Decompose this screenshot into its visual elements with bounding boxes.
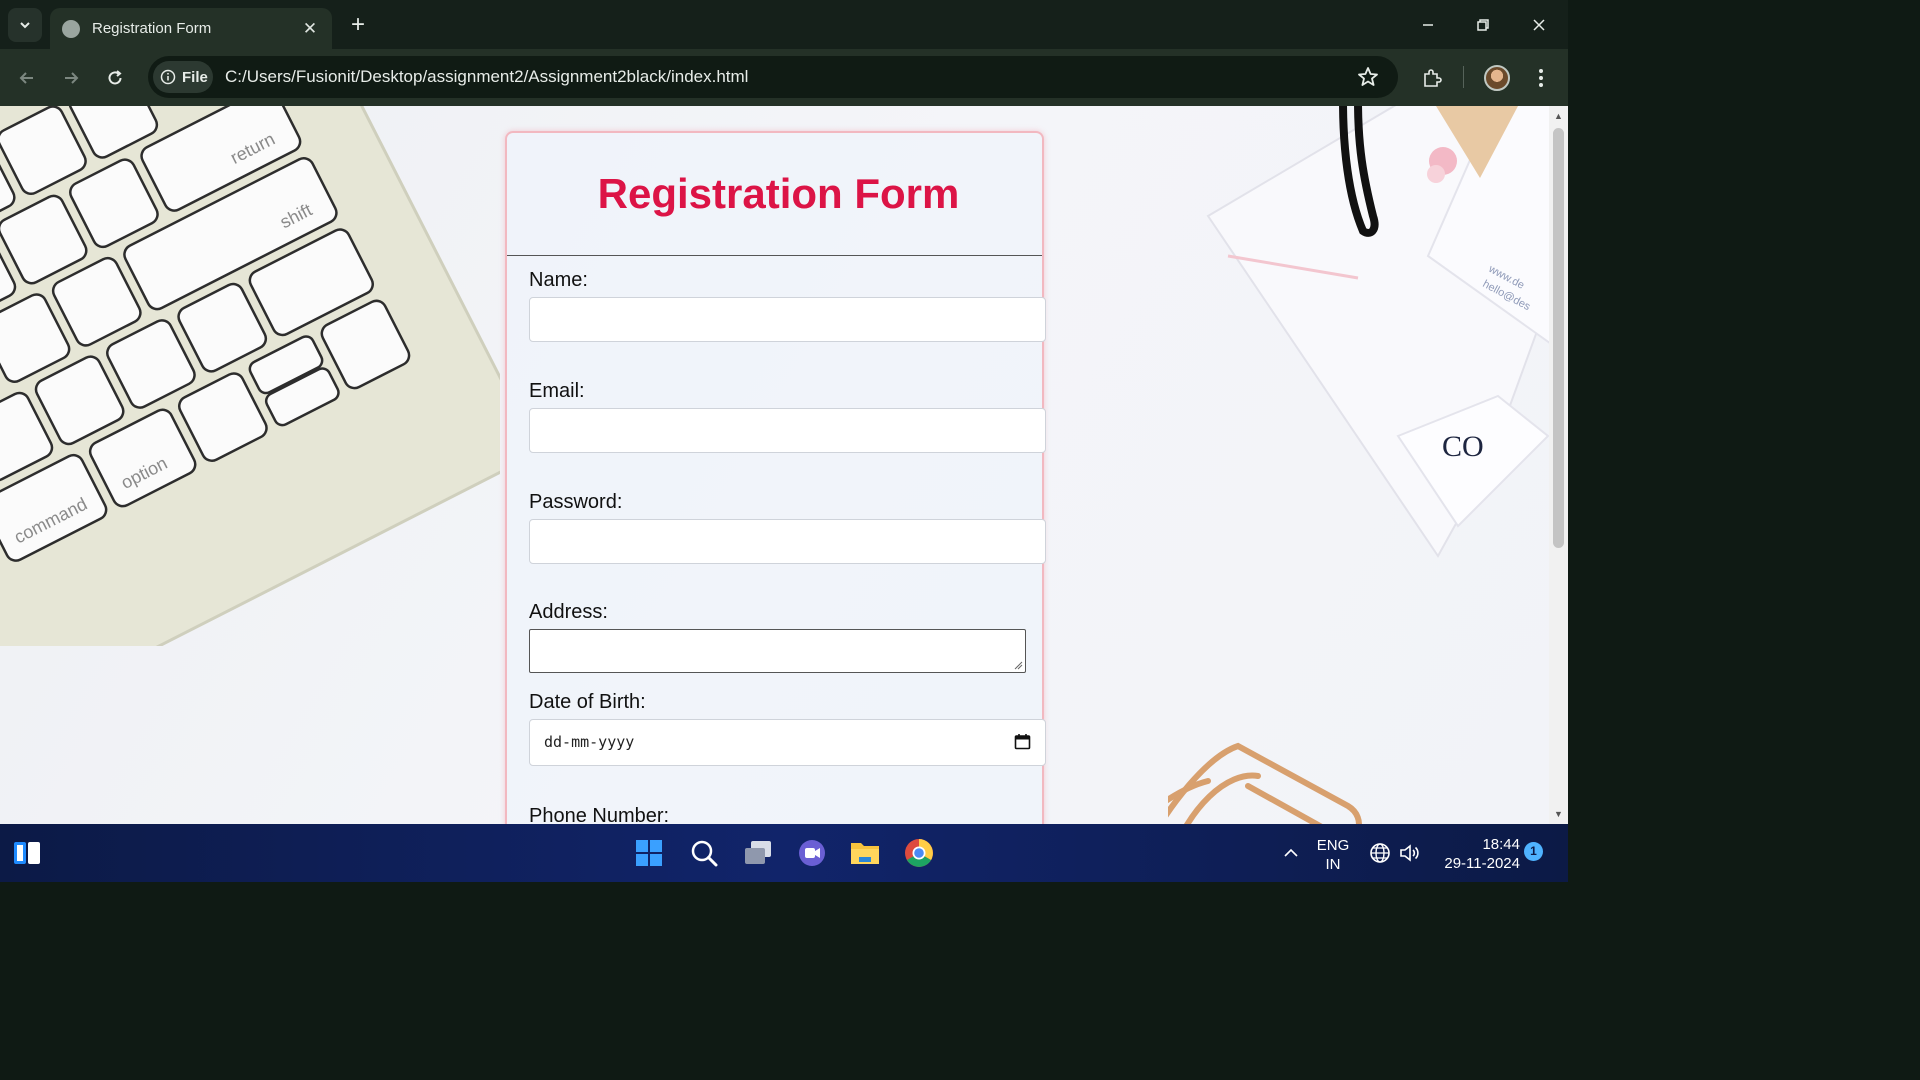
clock[interactable]: 18:44 29-11-2024 <box>1430 835 1520 873</box>
browser-toolbar: File C:/Users/Fusionit/Desktop/assignmen… <box>0 49 1568 106</box>
file-explorer-button[interactable] <box>849 837 881 869</box>
folder-icon <box>851 843 879 864</box>
close-icon[interactable]: ✕ <box>300 19 320 39</box>
file-chip-label: File <box>182 68 208 86</box>
globe-icon <box>62 19 80 38</box>
address-label: Address: <box>529 601 608 623</box>
chevron-up-icon <box>1284 848 1298 857</box>
address-textarea[interactable] <box>529 629 1026 673</box>
password-label: Password: <box>529 491 623 513</box>
kebab-menu-icon <box>1539 69 1543 87</box>
show-hidden-icons-button[interactable] <box>1275 837 1307 869</box>
reload-icon <box>108 70 122 85</box>
extensions-button[interactable] <box>1418 64 1446 92</box>
form-header: Registration Form <box>507 133 1042 256</box>
phone-label: Phone Number: <box>529 805 670 824</box>
bookmark-star-icon[interactable] <box>1356 65 1380 89</box>
video-chat-icon <box>799 840 825 866</box>
volume-button[interactable] <box>1393 837 1425 869</box>
calendar-icon[interactable] <box>1014 733 1031 750</box>
dob-input[interactable]: dd-mm-yyyy <box>529 719 1046 766</box>
form-title: Registration Form <box>597 170 960 217</box>
chrome-icon <box>905 839 933 867</box>
region-text: IN <box>1325 856 1341 873</box>
back-button[interactable] <box>13 64 41 92</box>
menu-button[interactable] <box>1527 64 1555 92</box>
reload-button[interactable] <box>101 64 129 92</box>
page-viewport: P L return shift option command CO www.d… <box>0 106 1568 824</box>
restore-button[interactable] <box>1468 10 1498 40</box>
arrow-right-icon <box>65 72 79 84</box>
language-indicator[interactable]: ENG IN <box>1313 836 1353 874</box>
minimize-icon <box>1423 24 1433 26</box>
tab-registration-form[interactable]: Registration Form ✕ <box>50 8 332 49</box>
url-text[interactable]: C:/Users/Fusionit/Desktop/assignment2/As… <box>225 67 748 87</box>
windows-logo-icon <box>636 840 662 866</box>
arrow-left-icon <box>19 72 33 84</box>
resize-grip-icon[interactable] <box>1014 661 1023 670</box>
scroll-thumb[interactable] <box>1553 128 1564 548</box>
speaker-icon <box>1400 844 1419 862</box>
email-label: Email: <box>529 380 585 402</box>
address-bar[interactable]: File C:/Users/Fusionit/Desktop/assignmen… <box>148 56 1398 98</box>
close-icon <box>1533 19 1545 31</box>
close-window-button[interactable] <box>1524 10 1554 40</box>
minimize-button[interactable] <box>1413 10 1443 40</box>
notification-badge[interactable]: 1 <box>1524 842 1543 861</box>
name-input[interactable] <box>529 297 1046 342</box>
task-view-icon <box>745 841 771 864</box>
password-input[interactable] <box>529 519 1046 564</box>
site-info-chip[interactable]: File <box>153 61 213 93</box>
teams-chat-button[interactable] <box>796 837 828 869</box>
tab-strip: Registration Form ✕ + <box>0 0 1568 49</box>
tab-title: Registration Form <box>92 20 212 37</box>
language-text: ENG <box>1316 837 1350 854</box>
puzzle-icon <box>1424 69 1442 87</box>
forward-button[interactable] <box>57 64 85 92</box>
background-keyboard-image: P L return shift option command <box>0 106 500 646</box>
restore-icon <box>1477 19 1489 31</box>
page-scrollbar[interactable]: ▲ ▼ <box>1549 106 1568 824</box>
network-button[interactable] <box>1364 837 1396 869</box>
start-button[interactable] <box>633 837 665 869</box>
profile-avatar[interactable] <box>1484 65 1510 91</box>
name-label: Name: <box>529 269 588 291</box>
chevron-down-icon <box>20 22 30 29</box>
registration-form-card: Registration Form Name: Email: Password:… <box>505 131 1046 824</box>
card-text-co: CO <box>1442 430 1484 463</box>
toolbar-divider <box>1463 66 1464 88</box>
windows-taskbar: ENG IN 18:44 29-11-2024 <box>0 824 1568 882</box>
task-view-button[interactable] <box>742 837 774 869</box>
clock-time: 18:44 <box>1482 836 1520 853</box>
dob-label: Date of Birth: <box>529 691 646 713</box>
widgets-button[interactable] <box>11 837 43 869</box>
widgets-icon <box>14 842 40 864</box>
background-desk-items-image: CO www.de hello@des <box>1168 106 1568 824</box>
dob-placeholder: dd-mm-yyyy <box>544 733 635 751</box>
search-icon <box>691 840 718 867</box>
search-button[interactable] <box>688 837 720 869</box>
chrome-taskbar-button[interactable] <box>903 837 935 869</box>
info-icon <box>160 69 176 85</box>
scroll-up-icon[interactable]: ▲ <box>1553 111 1564 121</box>
clock-date: 29-11-2024 <box>1444 855 1520 872</box>
globe-network-icon <box>1370 843 1390 863</box>
email-input[interactable] <box>529 408 1046 453</box>
scroll-down-icon[interactable]: ▼ <box>1553 809 1564 819</box>
tab-search-button[interactable] <box>8 8 42 42</box>
new-tab-button[interactable]: + <box>344 11 372 39</box>
